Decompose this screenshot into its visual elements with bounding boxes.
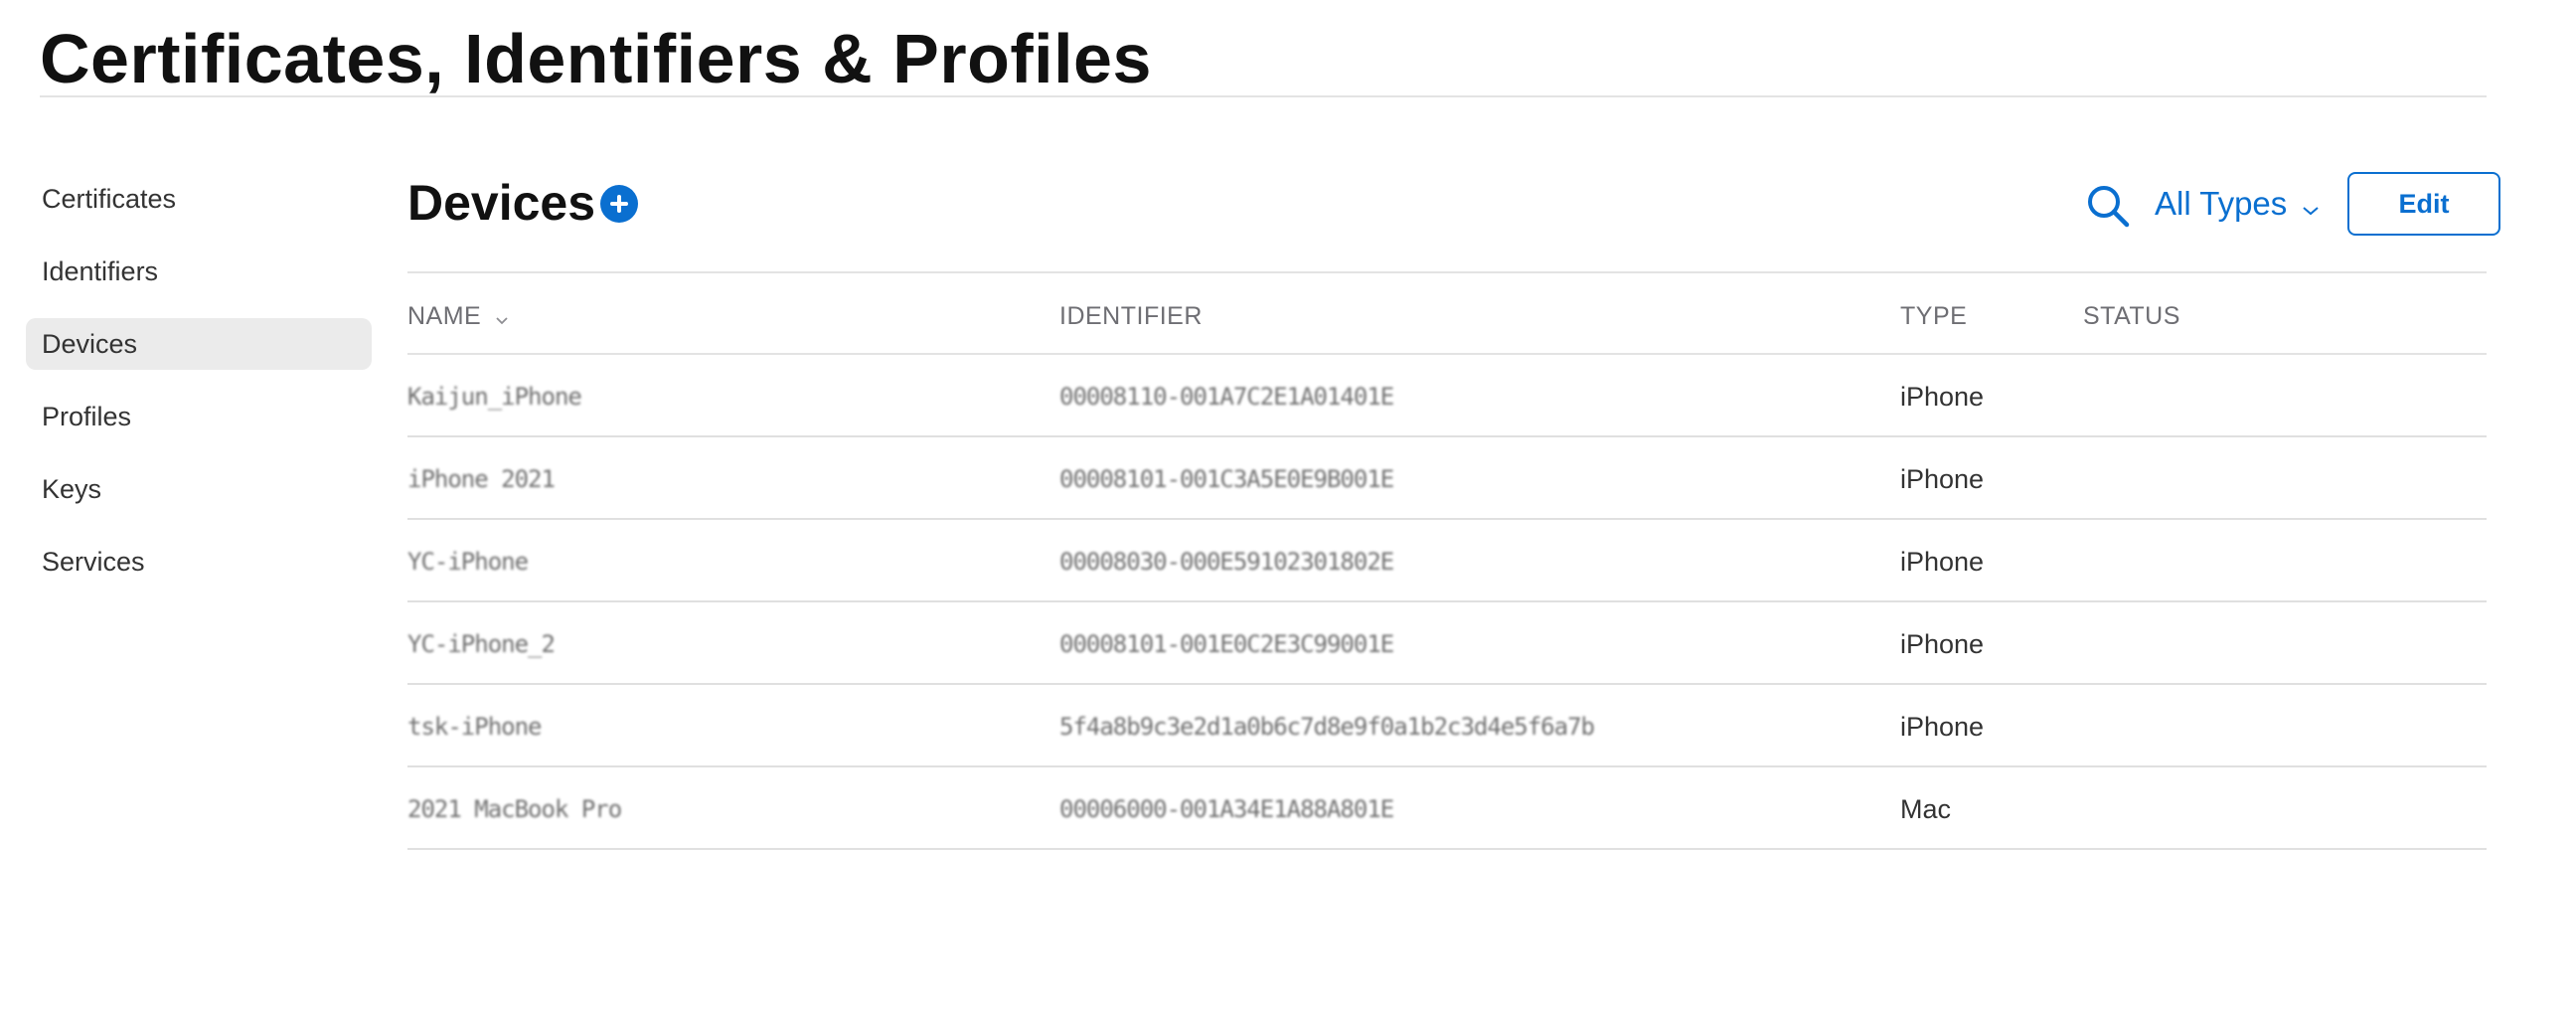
devices-table: Kaijun_iPhone 00008110-001A7C2E1A01401E … [407, 355, 2487, 850]
device-identifier: 5f4a8b9c3e2d1a0b6c7d8e9f0a1b2c3d4e5f6a7b [1059, 713, 1595, 741]
page-title: Certificates, Identifiers & Profiles [40, 20, 1152, 97]
title-divider [40, 95, 2487, 97]
device-name: tsk-iPhone [407, 713, 542, 741]
table-row[interactable]: Kaijun_iPhone 00008110-001A7C2E1A01401E … [407, 355, 2487, 437]
sidebar: Certificates Identifiers Devices Profile… [26, 173, 372, 608]
sidebar-item-certificates[interactable]: Certificates [26, 173, 372, 225]
sort-chevron-icon [495, 284, 509, 350]
type-filter-dropdown[interactable]: All Types [2155, 179, 2320, 229]
plus-circle-icon[interactable] [600, 185, 638, 223]
table-row[interactable]: YC-iPhone 00008030-000E59102301802E iPho… [407, 520, 2487, 602]
chevron-down-icon [2302, 181, 2320, 231]
device-name: Kaijun_iPhone [407, 383, 582, 411]
device-identifier: 00008101-001E0C2E3C99001E [1059, 630, 1394, 658]
sidebar-item-keys[interactable]: Keys [26, 463, 372, 515]
column-header-type[interactable]: TYPE [1900, 283, 1967, 353]
sidebar-item-services[interactable]: Services [26, 536, 372, 588]
device-type: iPhone [1900, 382, 1985, 412]
table-row[interactable]: 2021 MacBook Pro 00006000-001A34E1A88A80… [407, 767, 2487, 850]
table-top-divider [407, 271, 2487, 273]
sidebar-item-profiles[interactable]: Profiles [26, 391, 372, 442]
table-row[interactable]: tsk-iPhone 5f4a8b9c3e2d1a0b6c7d8e9f0a1b2… [407, 685, 2487, 767]
device-name: YC-iPhone [407, 548, 529, 576]
device-type: Mac [1900, 794, 1952, 824]
device-name: YC-iPhone_2 [407, 630, 556, 658]
device-identifier: 00008101-001C3A5E0E9B001E [1059, 465, 1394, 493]
column-header-identifier[interactable]: IDENTIFIER [1059, 283, 1203, 353]
sidebar-item-identifiers[interactable]: Identifiers [26, 246, 372, 297]
device-identifier: 00008030-000E59102301802E [1059, 548, 1394, 576]
table-row[interactable]: YC-iPhone_2 00008101-001E0C2E3C99001E iP… [407, 602, 2487, 685]
device-type: iPhone [1900, 464, 1985, 494]
device-type: iPhone [1900, 712, 1985, 742]
type-filter-label: All Types [2155, 185, 2288, 222]
column-header-status[interactable]: STATUS [2083, 283, 2180, 353]
section-title: Devices [407, 175, 596, 231]
table-header: NAME IDENTIFIER TYPE STATUS [407, 283, 2487, 353]
sidebar-item-devices[interactable]: Devices [26, 318, 372, 370]
table-row[interactable]: iPhone 2021 00008101-001C3A5E0E9B001E iP… [407, 437, 2487, 520]
device-name: 2021 MacBook Pro [407, 795, 622, 823]
device-identifier: 00008110-001A7C2E1A01401E [1059, 383, 1394, 411]
device-type: iPhone [1900, 629, 1985, 659]
device-identifier: 00006000-001A34E1A88A801E [1059, 795, 1394, 823]
edit-button[interactable]: Edit [2347, 172, 2500, 236]
search-icon[interactable] [2085, 183, 2131, 229]
column-header-name-label: NAME [407, 302, 482, 330]
device-name: iPhone 2021 [407, 465, 556, 493]
device-type: iPhone [1900, 547, 1985, 577]
column-header-name[interactable]: NAME [407, 283, 509, 353]
